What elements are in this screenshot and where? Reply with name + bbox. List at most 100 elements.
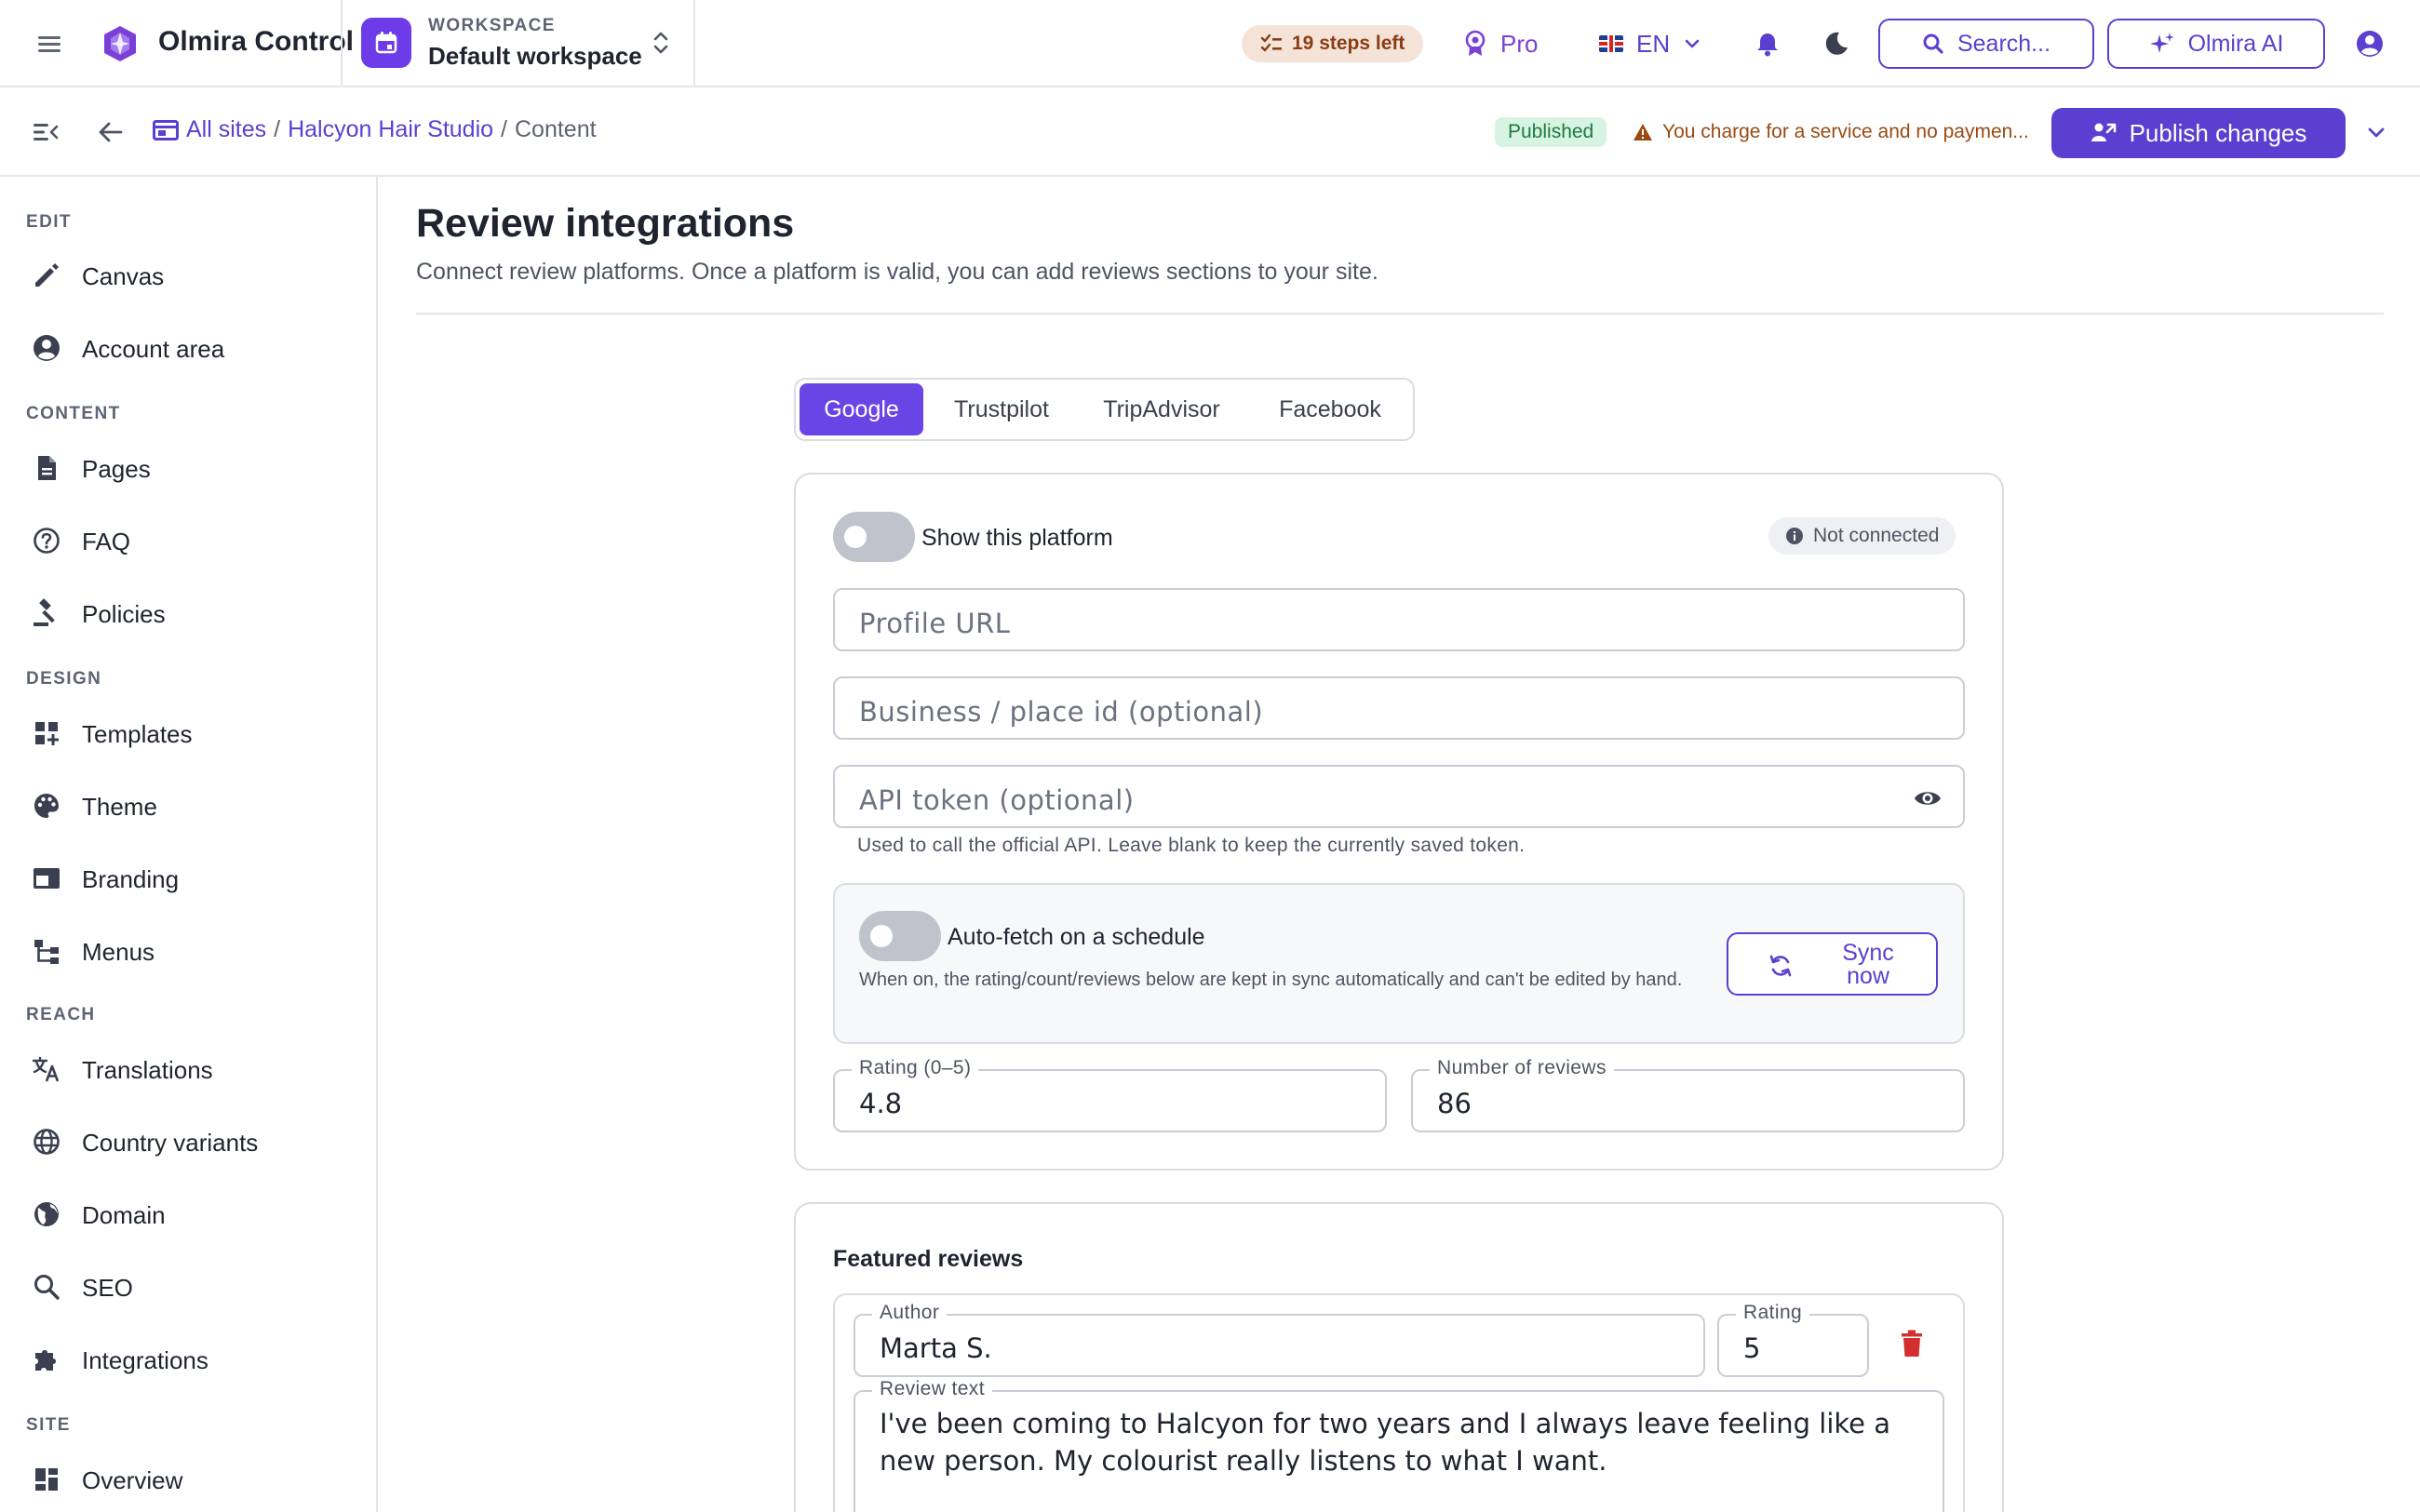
plan-label: Pro (1500, 29, 1539, 58)
checklist-icon (1260, 33, 1282, 52)
status-badge: Published (1495, 117, 1607, 147)
unfold-icon[interactable] (648, 26, 674, 60)
show-platform-toggle[interactable] (833, 512, 915, 562)
breadcrumb-separator: / (501, 116, 507, 142)
sidebar-item-menus[interactable]: Menus (0, 920, 376, 980)
uk-flag-icon (1599, 35, 1623, 52)
sidebar-item-theme[interactable]: Theme (0, 775, 376, 835)
place-id-input[interactable]: Business / place id (optional) (833, 676, 1965, 740)
sidebar-item-label: Menus (82, 938, 155, 966)
sidebar-item-country-variants[interactable]: Country variants (0, 1111, 376, 1171)
sidebar-item-translations[interactable]: Translations (0, 1038, 376, 1098)
bell-icon[interactable] (1754, 30, 1781, 58)
sidebar-item-domain[interactable]: Domain (0, 1184, 376, 1243)
search-icon (1923, 33, 1943, 54)
app-logo-icon (104, 26, 136, 61)
warning-message[interactable]: You charge for a service and no paymen..… (1633, 117, 2029, 147)
sidebar-item-label: FAQ (82, 528, 131, 555)
sidebar-section-title: SITE (26, 1415, 71, 1435)
tab-tripadvisor[interactable]: TripAdvisor (1079, 383, 1244, 435)
toggle-knob (844, 526, 867, 548)
sidebar-item-seo[interactable]: SEO (0, 1256, 376, 1316)
dark-mode-icon[interactable] (1822, 30, 1850, 58)
breadcrumb-site[interactable]: Halcyon Hair Studio (288, 116, 493, 143)
warning-text: You charge for a service and no paymen..… (1662, 121, 2029, 142)
language-label: EN (1636, 29, 1671, 58)
workspace-icon[interactable] (361, 18, 411, 68)
puzzle-icon (35, 1350, 56, 1371)
sidebar-item-pages[interactable]: Pages (0, 437, 376, 497)
sidebar-section-title: DESIGN (26, 669, 102, 689)
profile-url-placeholder: Profile URL (859, 608, 1011, 639)
chevron-down-icon[interactable] (2362, 121, 2390, 145)
profile-url-input[interactable]: Profile URL (833, 588, 1965, 651)
collapse-sidebar-icon[interactable] (32, 119, 60, 145)
top-bar: Olmira Control WORKSPACE Default workspa… (0, 0, 2420, 87)
sidebar-item-label: Theme (82, 793, 157, 821)
show-platform-label: Show this platform (921, 525, 1113, 551)
plan-badge[interactable]: Pro (1463, 25, 1538, 62)
divider (341, 0, 343, 87)
info-icon (1786, 528, 1803, 544)
gavel-icon (34, 598, 55, 626)
help-circle-icon (34, 528, 60, 554)
featured-reviews-title: Featured reviews (833, 1246, 1024, 1272)
steps-left-label: 19 steps left (1292, 33, 1405, 54)
breadcrumb-current: Content (514, 116, 597, 142)
menu-icon[interactable] (34, 30, 65, 58)
ai-button[interactable]: Olmira AI (2107, 19, 2325, 69)
workspace-name[interactable]: Default workspace (428, 42, 642, 71)
workspace-caption: WORKSPACE (428, 16, 556, 35)
sync-now-button[interactable]: Sync now (1727, 932, 1938, 996)
sidebar-item-templates[interactable]: Templates (0, 702, 376, 762)
language-selector[interactable]: EN (1599, 25, 1701, 62)
rating-input-label: Rating (0–5) (852, 1057, 979, 1079)
sidebar-item-account-area[interactable]: Account area (0, 317, 376, 377)
rating-input[interactable]: Rating (0–5) 4.8 (833, 1057, 1387, 1132)
eye-icon[interactable] (1913, 787, 1943, 810)
sync-now-label: Sync now (1842, 940, 1894, 989)
sidebar-item-label: Canvas (82, 262, 165, 290)
sidebar-section-title: REACH (26, 1005, 96, 1024)
delete-icon[interactable] (1899, 1329, 1925, 1358)
sidebar-item-canvas[interactable]: Canvas (0, 245, 376, 304)
api-token-input[interactable]: API token (optional) (833, 765, 1965, 828)
review-rating-value: 5 (1743, 1332, 1761, 1364)
publish-button[interactable]: Publish changes (2051, 108, 2346, 158)
translate-icon (32, 1056, 60, 1082)
account-icon[interactable] (2355, 29, 2385, 59)
search-icon (34, 1275, 60, 1300)
tab-facebook[interactable]: Facebook (1254, 383, 1406, 435)
sidebar-item-overview[interactable]: Overview (0, 1449, 376, 1508)
publish-icon (2091, 123, 2116, 141)
autofetch-toggle[interactable] (859, 911, 941, 961)
review-author-input[interactable]: Author Marta S. (854, 1302, 1705, 1377)
toggle-knob (870, 925, 893, 947)
review-rating-input[interactable]: Rating 5 (1717, 1302, 1869, 1377)
tab-google[interactable]: Google (800, 383, 923, 435)
search-button[interactable]: Search... (1878, 19, 2094, 69)
page-title: Review integrations (416, 201, 795, 246)
breadcrumb-all-sites[interactable]: All sites (186, 116, 266, 143)
back-arrow-icon[interactable] (97, 119, 125, 145)
tab-trustpilot[interactable]: Trustpilot (934, 383, 1069, 435)
sidebar-section-title: CONTENT (26, 404, 121, 423)
sidebar-section-title: EDIT (26, 212, 72, 232)
review-text-input[interactable]: Review text I've been coming to Halcyon … (854, 1378, 1944, 1512)
pencil-icon (35, 263, 59, 287)
api-token-help: Used to call the official API. Leave bla… (857, 835, 1526, 856)
web-icon (153, 119, 179, 140)
sidebar: EDIT Canvas Account area CONTENT Pages F… (0, 177, 378, 1512)
review-rating-label: Rating (1736, 1302, 1810, 1324)
globe-icon (34, 1129, 60, 1155)
sidebar-item-branding[interactable]: Branding (0, 848, 376, 907)
ai-button-label: Olmira AI (2187, 30, 2284, 57)
publish-button-label: Publish changes (2129, 118, 2307, 147)
steps-left-badge[interactable]: 19 steps left (1242, 25, 1424, 62)
review-count-input[interactable]: Number of reviews 86 (1411, 1057, 1965, 1132)
sidebar-item-faq[interactable]: FAQ (0, 510, 376, 569)
sidebar-item-integrations[interactable]: Integrations (0, 1329, 376, 1388)
sidebar-item-policies[interactable]: Policies (0, 582, 376, 642)
platform-tabs: Google Trustpilot TripAdvisor Facebook (794, 378, 1415, 441)
sub-bar: All sites / Halcyon Hair Studio / Conten… (0, 87, 2420, 177)
